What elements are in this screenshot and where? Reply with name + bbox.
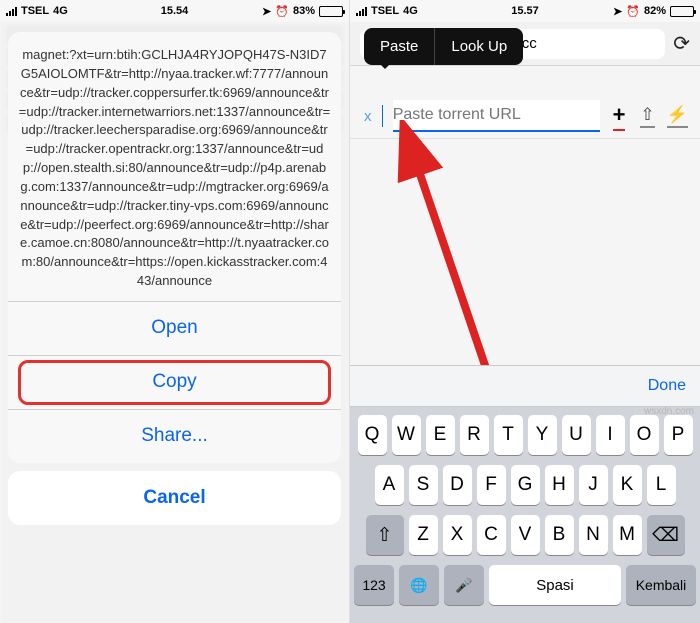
key-t[interactable]: T [494,415,523,455]
battery-percent: 83% [293,5,315,17]
share-button[interactable]: Share... [8,409,341,463]
key-r[interactable]: R [460,415,489,455]
torrent-url-input[interactable] [393,100,600,132]
keyboard-row-4: 123 🌐 🎤 Spasi Kembali [354,565,696,605]
key-j[interactable]: J [579,465,608,505]
network-label: 4G [53,5,68,17]
key-p[interactable]: P [664,415,693,455]
context-menu-arrow [378,62,392,76]
key-w[interactable]: W [392,415,421,455]
alarm-icon: ⏰ [275,5,289,18]
reload-icon[interactable]: ⟳ [673,31,690,56]
key-v[interactable]: V [511,515,540,555]
bolt-icon: ⚡ [667,105,688,128]
key-u[interactable]: U [562,415,591,455]
key-b[interactable]: B [545,515,574,555]
status-bar: TSEL 4G 15.57 ➤ ⏰ 82% [350,0,700,22]
text-cursor [382,105,383,127]
key-k[interactable]: K [613,465,642,505]
cancel-button[interactable]: Cancel [8,471,341,525]
lookup-menu-item[interactable]: Look Up [435,28,523,65]
upload-button[interactable]: ⇧ [638,101,657,131]
key-h[interactable]: H [545,465,574,505]
signal-icon [356,7,367,16]
paste-menu-item[interactable]: Paste [364,28,434,65]
keyboard-row-1: QWERTYUIOP [354,415,696,455]
key-o[interactable]: O [630,415,659,455]
location-icon: ➤ [613,5,622,18]
red-arrow-annotation [390,120,510,400]
done-button[interactable]: Done [648,377,686,395]
torrent-input-row: x + ⇧ ⚡ [350,100,700,139]
key-g[interactable]: G [511,465,540,505]
battery-percent: 82% [644,5,666,17]
battery-icon [319,6,343,17]
keyboard-row-2: ASDFGHJKL [354,465,696,505]
key-e[interactable]: E [426,415,455,455]
backspace-key[interactable]: ⌫ [647,515,685,555]
key-n[interactable]: N [579,515,608,555]
space-key[interactable]: Spasi [489,565,621,605]
add-button[interactable]: + [610,101,629,131]
network-label: 4G [403,5,418,17]
alarm-icon: ⏰ [626,5,640,18]
globe-key[interactable]: 🌐 [399,565,439,605]
clear-input-button[interactable]: x [364,108,372,125]
flash-button[interactable]: ⚡ [667,101,688,131]
key-s[interactable]: S [409,465,438,505]
battery-icon [670,6,694,17]
location-icon: ➤ [262,5,271,18]
key-y[interactable]: Y [528,415,557,455]
status-time: 15.57 [511,5,539,17]
status-time: 15.54 [161,5,189,17]
key-l[interactable]: L [647,465,676,505]
copy-button[interactable]: Copy [8,355,341,409]
context-menu: Paste Look Up [364,28,523,65]
mic-key[interactable]: 🎤 [444,565,484,605]
key-f[interactable]: F [477,465,506,505]
plus-icon: + [613,102,626,131]
upload-icon: ⇧ [640,105,654,128]
keyboard: QWERTYUIOP ASDFGHJKL ⇧ ZXCVBNM ⌫ 123 🌐 🎤… [350,407,700,623]
key-q[interactable]: Q [358,415,387,455]
key-m[interactable]: M [613,515,642,555]
action-sheet: magnet:?xt=urn:btih:GCLHJA4RYJOPQH47S-N3… [8,32,341,525]
carrier-label: TSEL [21,5,49,17]
signal-icon [6,7,17,16]
key-z[interactable]: Z [409,515,438,555]
carrier-label: TSEL [371,5,399,17]
key-a[interactable]: A [375,465,404,505]
status-bar: TSEL 4G 15.54 ➤ ⏰ 83% [0,0,349,22]
key-c[interactable]: C [477,515,506,555]
watermark: wsxdn.com [644,406,694,417]
magnet-link-text: magnet:?xt=urn:btih:GCLHJA4RYJOPQH47S-N3… [8,32,341,301]
shift-key[interactable]: ⇧ [366,515,404,555]
keyboard-row-3: ⇧ ZXCVBNM ⌫ [354,515,696,555]
key-d[interactable]: D [443,465,472,505]
numbers-key[interactable]: 123 [354,565,394,605]
key-i[interactable]: I [596,415,625,455]
key-x[interactable]: X [443,515,472,555]
screenshot-left: TSEL 4G 15.54 ➤ ⏰ 83% magnet:?xt=urn:bti… [0,0,350,623]
open-button[interactable]: Open [8,301,341,355]
keyboard-toolbar: Done [350,365,700,407]
return-key[interactable]: Kembali [626,565,696,605]
screenshot-right: TSEL 4G 15.57 ➤ ⏰ 82% eedr.cc ⟳ Paste Lo… [350,0,700,623]
